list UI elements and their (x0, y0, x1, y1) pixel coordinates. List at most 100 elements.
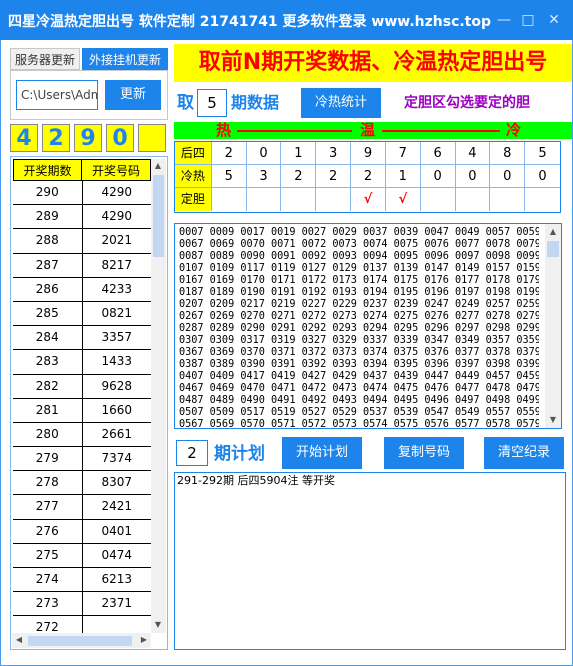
grid-pick-cell[interactable] (316, 188, 352, 211)
history-number-cell: 2371 (101, 596, 133, 611)
grid-pick-cell[interactable] (421, 188, 456, 211)
copy-numbers-button[interactable]: 复制号码 (384, 437, 464, 469)
history-row[interactable]: 287 8217 (13, 253, 151, 278)
numbers-line: 0267 0269 0270 0271 0272 0273 0274 0275 … (179, 311, 539, 322)
minimize-icon[interactable]: — (494, 10, 514, 30)
history-row[interactable]: 282 9628 (13, 374, 151, 399)
history-row[interactable]: 274 6213 (13, 568, 151, 593)
current-digit-3: 9 (74, 124, 102, 152)
grid-digit: 0 (246, 142, 282, 165)
grid-pick-cell[interactable] (281, 188, 317, 211)
history-row[interactable]: 272 (13, 616, 151, 633)
grid-digit: 8 (490, 142, 526, 165)
history-hscroll-thumb[interactable] (28, 636, 132, 646)
grid-digit: 3 (316, 142, 352, 165)
numbers-list: 0007 0009 0017 0019 0027 0029 0037 0039 … (179, 227, 539, 427)
history-row[interactable]: 288 2021 (13, 229, 151, 254)
history-row[interactable]: 289 4290 (13, 205, 151, 230)
history-row[interactable]: 286 4233 (13, 277, 151, 302)
grid-label-digits: 后四 (175, 142, 212, 165)
history-period-cell: 278 (13, 471, 83, 495)
history-period-cell: 284 (13, 326, 83, 350)
grid-heat: 2 (316, 165, 352, 188)
grid-digit: 5 (525, 142, 560, 165)
scroll-right-icon[interactable]: ▶ (138, 634, 150, 646)
heat-line-right (382, 130, 500, 132)
headline: 取前N期开奖数据、冷温热定胆出号 (174, 44, 572, 82)
clear-records-button[interactable]: 清空纪录 (484, 437, 564, 469)
plan-periods-input[interactable]: 2 (176, 440, 208, 466)
history-row[interactable]: 281 1660 (13, 398, 151, 423)
refresh-button[interactable]: 更新 (105, 80, 161, 110)
heat-stats-button[interactable]: 冷热统计 (301, 88, 381, 118)
history-period-cell: 279 (13, 447, 83, 471)
grid-pick-cell[interactable] (212, 188, 247, 211)
numbers-line: 0367 0369 0370 0371 0372 0373 0374 0375 … (179, 347, 539, 358)
history-period-cell: 277 (13, 495, 83, 519)
numbers-line: 0007 0009 0017 0019 0027 0029 0037 0039 … (179, 227, 539, 238)
grid-pick-cell[interactable]: √ (351, 188, 386, 211)
tab-server-update[interactable]: 服务器更新 (10, 48, 80, 70)
start-plan-button[interactable]: 开始计划 (282, 437, 362, 469)
history-row[interactable]: 273 2371 (13, 592, 151, 617)
history-row[interactable]: 285 0821 (13, 301, 151, 327)
history-number-cell: 4290 (101, 209, 133, 224)
history-row[interactable]: 284 3357 (13, 326, 151, 351)
grid-digit: 4 (455, 142, 491, 165)
scroll-down-icon[interactable]: ▼ (152, 619, 164, 631)
numbers-scroll-thumb[interactable] (547, 241, 559, 257)
grid-pick-cell[interactable] (490, 188, 526, 211)
grid-row-digits: 后四 2 0 1 3 9 7 6 4 8 5 (175, 142, 560, 165)
history-row[interactable]: 290 4290 (13, 181, 151, 206)
history-period-cell: 286 (13, 277, 83, 301)
history-row[interactable]: 278 8307 (13, 471, 151, 496)
numbers-line: 0287 0289 0290 0291 0292 0293 0294 0295 … (179, 323, 539, 334)
history-number-cell: 1433 (101, 354, 133, 369)
numbers-line: 0167 0169 0170 0171 0172 0173 0174 0175 … (179, 275, 539, 286)
numbers-line: 0087 0089 0090 0091 0092 0093 0094 0095 … (179, 251, 539, 262)
grid-label-heat: 冷热 (175, 165, 212, 188)
history-row[interactable]: 283 1433 (13, 350, 151, 375)
grid-row-heat: 冷热 5 3 2 2 2 1 0 0 0 0 (175, 165, 560, 188)
numbers-scroll-up-icon[interactable]: ▲ (547, 226, 559, 238)
current-digit-2: 2 (42, 124, 70, 152)
history-number-cell: 2021 (101, 233, 133, 248)
numbers-line: 0407 0409 0417 0419 0427 0429 0437 0439 … (179, 371, 539, 382)
output-textarea[interactable] (174, 472, 566, 650)
history-period-cell: 281 (13, 398, 83, 422)
history-number-cell: 0401 (101, 523, 133, 538)
history-number-cell: 6213 (101, 572, 133, 586)
heat-label-warm: 温 (360, 121, 376, 139)
history-number-cell: 1660 (101, 402, 133, 417)
grid-digit: 6 (420, 142, 456, 165)
history-header-number: 开奖号码 (81, 159, 151, 181)
history-number-cell: 8307 (101, 475, 133, 490)
path-input[interactable] (16, 80, 98, 110)
grid-pick-cell[interactable]: √ (386, 188, 421, 211)
grid-pick-cell[interactable] (456, 188, 491, 211)
grid-digit: 7 (385, 142, 421, 165)
history-number-cell: 0821 (101, 305, 133, 320)
close-icon[interactable]: ✕ (544, 10, 564, 30)
scroll-up-icon[interactable]: ▲ (152, 160, 164, 172)
n-periods-input[interactable]: 5 (197, 89, 227, 117)
history-row[interactable]: 280 2661 (13, 422, 151, 448)
grid-pick-cell[interactable] (525, 188, 560, 211)
grid-heat: 2 (351, 165, 386, 188)
grid-heat: 0 (420, 165, 456, 188)
history-row[interactable]: 275 0474 (13, 543, 151, 568)
scroll-left-icon[interactable]: ◀ (13, 634, 25, 646)
history-row[interactable]: 277 2421 (13, 495, 151, 520)
numbers-line: 0067 0069 0070 0071 0072 0073 0074 0075 … (179, 239, 539, 250)
history-scroll-thumb[interactable] (153, 175, 164, 257)
digit-grid: 后四 2 0 1 3 9 7 6 4 8 5 冷热 5 3 2 2 2 1 0 … (174, 141, 561, 213)
grid-pick-cell[interactable] (247, 188, 282, 211)
history-number-cell: 0474 (101, 547, 133, 562)
tab-external-update[interactable]: 外接挂机更新 (82, 48, 168, 70)
history-row[interactable]: 276 0401 (13, 519, 151, 544)
grid-heat: 3 (246, 165, 282, 188)
history-row[interactable]: 279 7374 (13, 447, 151, 472)
numbers-scroll-down-icon[interactable]: ▼ (547, 414, 559, 426)
period-data-label: 期数据 (231, 93, 280, 112)
maximize-icon[interactable]: □ (518, 10, 538, 30)
